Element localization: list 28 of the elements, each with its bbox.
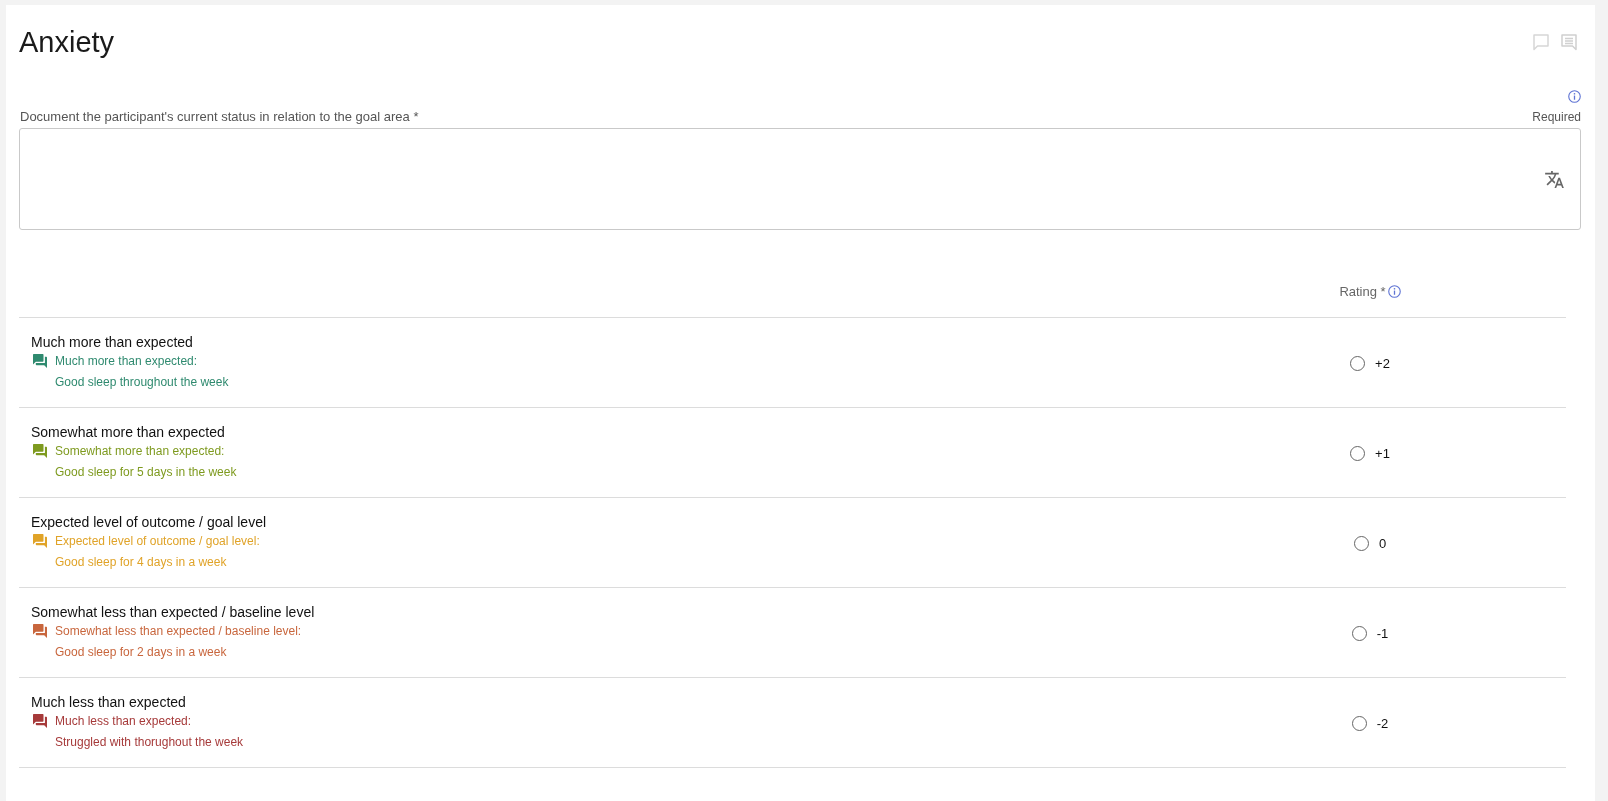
- level-title: Expected level of outcome / goal level: [31, 513, 268, 531]
- info-icon[interactable]: [1568, 90, 1581, 103]
- note-label: Somewhat less than expected / baseline level:: [55, 623, 302, 640]
- required-note: Required: [1532, 109, 1581, 125]
- rating-value: 0: [1378, 535, 1387, 551]
- column-header: Rating *: [1339, 284, 1386, 299]
- info-icon[interactable]: [1387, 285, 1401, 298]
- goal-title: Anxiety: [19, 25, 115, 60]
- note-label: Expected level of outcome / goal level:: [55, 533, 260, 550]
- note-label: Much less than expected:: [55, 713, 192, 730]
- level-title: Somewhat less than expected / baseline level: [31, 603, 316, 621]
- level-title: Much more than expected: [31, 333, 194, 351]
- note-text: Good sleep throughout the week: [55, 374, 229, 391]
- note-text: Good sleep for 5 days in the week: [55, 464, 237, 481]
- level-title: Somewhat more than expected: [31, 423, 226, 441]
- note-text: Good sleep for 4 days in a week: [55, 554, 227, 571]
- level-title: Much less than expected: [31, 693, 187, 711]
- status-text-field[interactable]: [19, 128, 1581, 230]
- rating-value: -2: [1376, 715, 1389, 731]
- note-label: Much more than expected:: [55, 353, 198, 370]
- note-label: Somewhat more than expected:: [55, 443, 225, 460]
- rating-value: +2: [1375, 355, 1390, 371]
- rating-value: +1: [1375, 445, 1390, 461]
- note-text: Good sleep for 2 days in a week: [55, 644, 227, 661]
- note-text: Struggled with thorughout the week: [55, 734, 244, 751]
- translate-icon[interactable]: [1545, 170, 1564, 188]
- field-label: Document the participant's current status in relation to the goal area *: [19, 109, 419, 125]
- rating-value: -1: [1376, 625, 1389, 641]
